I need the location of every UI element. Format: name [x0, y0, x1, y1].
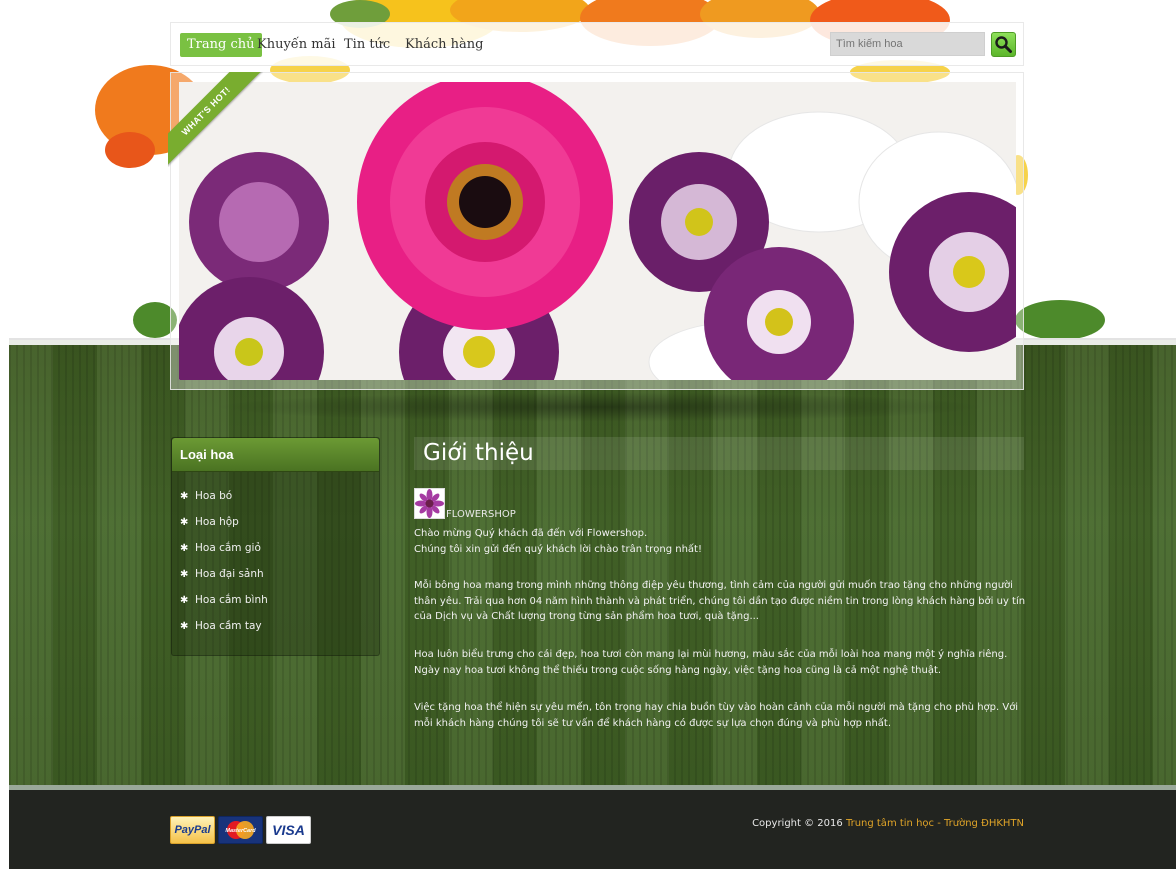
whats-hot-ribbon: WHAT'S HOT! [168, 72, 263, 167]
category-item-box[interactable]: ✱ Hoa hộp [180, 513, 239, 531]
main-navigation: Trang chủ Khuyến mãi Tin tức Khách hàng [170, 22, 1024, 66]
category-item-basket[interactable]: ✱ Hoa cắm giỏ [180, 539, 261, 557]
copyright-text: Copyright © 2016 Trung tâm tin học - Trư… [752, 818, 1024, 829]
flower-icon [415, 489, 444, 518]
nav-item-customers[interactable]: Khách hàng [398, 33, 490, 57]
search-button[interactable] [991, 32, 1016, 57]
nav-item-promotions[interactable]: Khuyến mãi [250, 33, 343, 57]
copyright-link[interactable]: Trung tâm tin học - Trường ĐHKHTN [846, 818, 1024, 829]
intro-paragraph-3: Hoa luôn biểu trưng cho cái đẹp, hoa tươ… [414, 649, 1008, 676]
category-item-bouquet[interactable]: ✱ Hoa bó [180, 487, 232, 505]
category-label: Hoa cầm tay [195, 620, 262, 632]
category-item-vase[interactable]: ✱ Hoa cắm bình [180, 591, 268, 609]
asterisk-icon: ✱ [180, 543, 189, 554]
category-label: Hoa bó [195, 490, 233, 502]
slider-image[interactable] [179, 82, 1016, 380]
asterisk-icon: ✱ [180, 491, 189, 502]
slider-shadow [210, 392, 990, 422]
nav-item-news[interactable]: Tin tức [337, 33, 397, 57]
copyright-prefix: Copyright © 2016 [752, 818, 843, 829]
category-label: Hoa đại sảnh [195, 568, 264, 580]
page-title: Giới thiệu [423, 440, 534, 466]
mastercard-logo: MasterCard [218, 816, 263, 844]
paypal-logo: PayPal [170, 816, 215, 844]
search-input[interactable] [830, 32, 985, 56]
intro-paragraph-1: Chào mừng Quý khách đã đến với Flowersho… [414, 528, 702, 555]
asterisk-icon: ✱ [180, 569, 189, 580]
category-sidebar: Loại hoa ✱ Hoa bó ✱ Hoa hộp ✱ Hoa cắm giỏ ✱… [171, 437, 380, 656]
visa-logo: VISA [266, 816, 311, 844]
category-label: Hoa cắm giỏ [195, 542, 261, 554]
asterisk-icon: ✱ [180, 621, 189, 632]
flowers-photo [179, 82, 1016, 380]
category-item-lobby[interactable]: ✱ Hoa đại sảnh [180, 565, 264, 583]
intro-paragraph-2: Mỗi bông hoa mang trong mình những thông… [414, 580, 1026, 622]
asterisk-icon: ✱ [180, 517, 189, 528]
sidebar-title: Loại hoa [172, 438, 379, 472]
category-label: Hoa cắm bình [195, 594, 268, 606]
flowershop-logo [414, 488, 445, 519]
ribbon-label: WHAT'S HOT! [168, 72, 263, 167]
mastercard-icon: MasterCard [225, 821, 256, 839]
asterisk-icon: ✱ [180, 595, 189, 606]
mastercard-label: MasterCard [225, 828, 256, 834]
intro-paragraph-4: Việc tặng hoa thể hiện sự yêu mến, tôn t… [414, 702, 1019, 729]
search-icon [995, 36, 1012, 53]
brand-name: FLOWERSHOP [446, 509, 516, 520]
category-label: Hoa hộp [195, 516, 239, 528]
category-item-handheld[interactable]: ✱ Hoa cầm tay [180, 617, 262, 635]
